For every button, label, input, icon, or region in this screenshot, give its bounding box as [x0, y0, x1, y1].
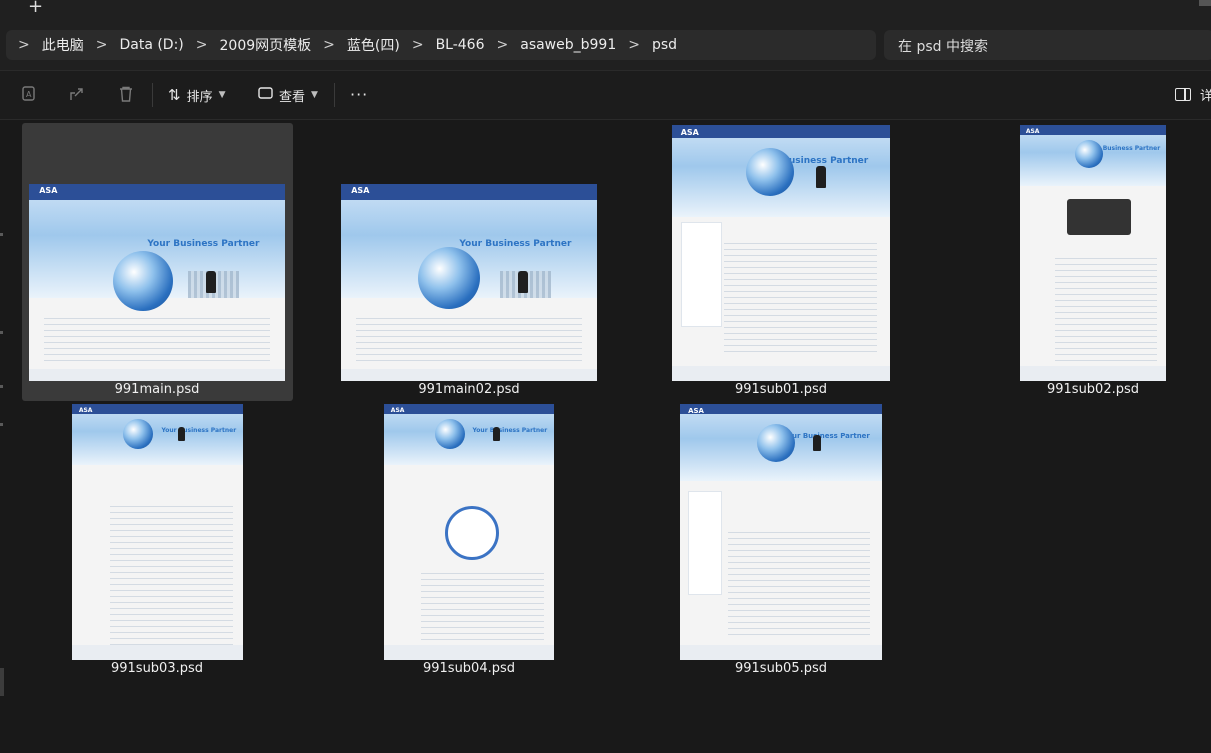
search-placeholder: 在 psd 中搜索: [898, 39, 988, 55]
sort-button[interactable]: ⇅ 排序 ▼: [168, 83, 226, 107]
chevron-right-icon[interactable]: >: [184, 37, 220, 53]
breadcrumb-item-this-pc[interactable]: 此电脑: [42, 35, 84, 55]
chevron-right-icon[interactable]: >: [84, 37, 120, 53]
search-input[interactable]: 在 psd 中搜索: [884, 30, 1211, 60]
thumbnail-tagline: Your Business Partner: [147, 239, 260, 250]
file-name[interactable]: 991main02.psd: [359, 382, 579, 397]
asa-logo: ASA: [1025, 127, 1040, 135]
thumbnail-tagline: Your Business Partner: [472, 427, 548, 435]
translate-icon[interactable]: A: [21, 85, 39, 103]
details-pane-icon[interactable]: [1175, 86, 1195, 102]
file-name[interactable]: 991sub03.psd: [47, 661, 267, 676]
new-tab-button[interactable]: +: [28, 0, 43, 17]
chevron-down-icon: ▼: [218, 90, 226, 100]
chevron-right-icon[interactable]: >: [616, 37, 652, 53]
thumbnail-tagline: Your Business Partner: [161, 427, 237, 435]
scrollbar-thumb[interactable]: [0, 668, 4, 696]
view-button[interactable]: 查看 ▼: [258, 83, 318, 107]
gutter-mark: [0, 385, 3, 388]
chevron-right-icon[interactable]: >: [6, 37, 42, 53]
asa-logo: ASA: [680, 127, 699, 137]
gutter-mark: [0, 331, 3, 334]
command-bar: A ⇅ 排序 ▼ 查看 ▼ ··· 详: [0, 70, 1211, 120]
breadcrumb-item-data-drive[interactable]: Data (D:): [119, 37, 183, 53]
file-thumbnail[interactable]: ASA Your Business Partner: [1020, 125, 1166, 381]
toolbar-divider: [152, 83, 153, 107]
asa-logo: ASA: [39, 185, 58, 195]
asa-logo: ASA: [78, 406, 93, 414]
file-thumbnail[interactable]: ASA Your Business Partner: [341, 184, 597, 381]
breadcrumb-item-templates[interactable]: 2009网页模板: [220, 35, 312, 55]
chevron-right-icon[interactable]: >: [311, 37, 347, 53]
file-thumbnail[interactable]: ASA Your Business Partner: [384, 404, 554, 660]
chevron-down-icon: ▼: [311, 90, 318, 100]
thumbnail-tagline: Your Business Partner: [782, 432, 870, 441]
gutter-mark: [0, 233, 3, 236]
breadcrumb-item-psd[interactable]: psd: [652, 37, 677, 53]
asa-logo: ASA: [688, 406, 704, 415]
svg-text:A: A: [26, 90, 32, 99]
delete-icon[interactable]: [117, 85, 135, 103]
sort-label: 排序: [186, 89, 213, 105]
file-name[interactable]: 991main.psd: [47, 382, 267, 397]
details-label[interactable]: 详: [1200, 85, 1211, 104]
file-thumbnail[interactable]: ASA Your Business Partner: [680, 404, 882, 660]
asa-logo: ASA: [390, 406, 405, 414]
file-thumbnail[interactable]: ASA Your Business Partner: [29, 184, 285, 381]
view-icon: [258, 86, 273, 104]
title-bar: +: [0, 0, 1211, 18]
file-thumbnail[interactable]: ASA Your Business Partner: [72, 404, 243, 660]
file-name[interactable]: 991sub04.psd: [359, 661, 579, 676]
toolbar-divider: [334, 83, 335, 107]
share-icon[interactable]: [68, 85, 86, 103]
view-label: 查看: [279, 89, 306, 105]
sort-icon: ⇅: [168, 86, 181, 104]
window-edge: [1199, 0, 1211, 6]
chevron-right-icon[interactable]: >: [400, 37, 436, 53]
file-name[interactable]: 991sub05.psd: [671, 661, 891, 676]
breadcrumb-item-blue[interactable]: 蓝色(四): [347, 35, 400, 55]
more-icon[interactable]: ···: [350, 85, 368, 104]
breadcrumb-item-asaweb[interactable]: asaweb_b991: [520, 37, 616, 53]
breadcrumb[interactable]: > 此电脑 > Data (D:) > 2009网页模板 > 蓝色(四) > B…: [6, 30, 876, 60]
chevron-right-icon[interactable]: >: [485, 37, 521, 53]
thumbnail-tagline: Your Business Partner: [459, 239, 572, 250]
file-name[interactable]: 991sub02.psd: [983, 382, 1203, 397]
address-row: > 此电脑 > Data (D:) > 2009网页模板 > 蓝色(四) > B…: [0, 18, 1211, 70]
asa-logo: ASA: [351, 185, 370, 195]
gutter-mark: [0, 423, 3, 426]
breadcrumb-item-bl466[interactable]: BL-466: [436, 37, 485, 53]
file-name[interactable]: 991sub01.psd: [671, 382, 891, 397]
file-thumbnail[interactable]: ASA Your Business Partner: [672, 125, 890, 381]
